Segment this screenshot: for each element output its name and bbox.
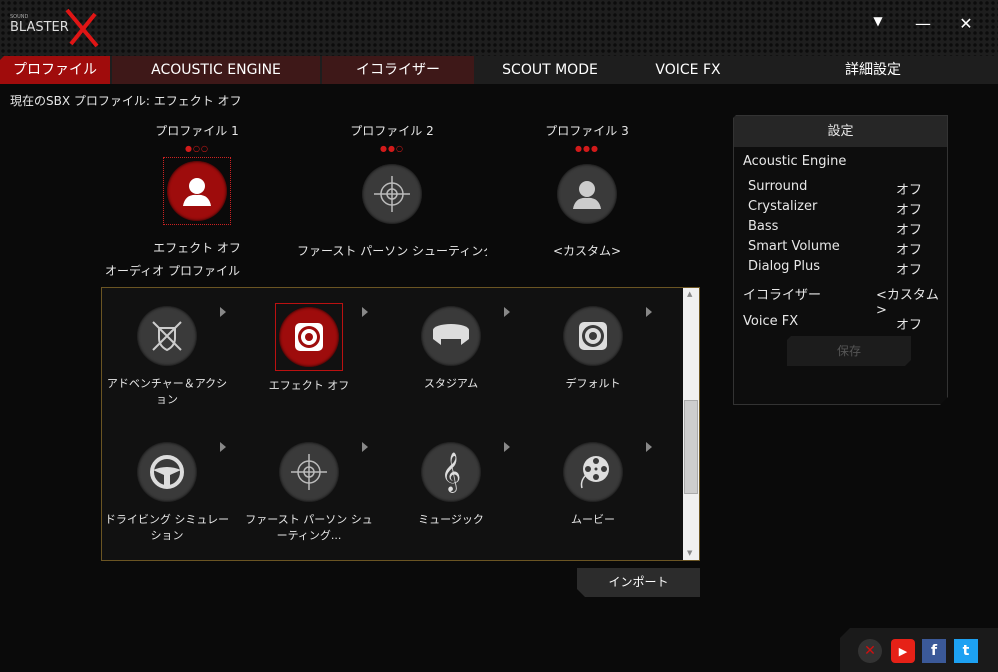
- audio-profile-driving[interactable]: ドライビング シミュレーション: [102, 442, 232, 544]
- treble-clef-icon: 𝄞: [421, 442, 481, 502]
- audio-profile-music[interactable]: 𝄞 ミュージック: [386, 442, 516, 528]
- audio-profile-label: ファースト パーソン シューティング...: [245, 513, 373, 542]
- bass-label: Bass: [748, 219, 779, 234]
- scroll-down-icon[interactable]: ▼: [687, 549, 692, 557]
- profile-slot-3[interactable]: プロファイル 3 ●●● <カスタム>: [492, 122, 682, 259]
- audio-profile-default[interactable]: デフォルト: [528, 306, 658, 392]
- profile-dots: ●○○: [185, 144, 209, 153]
- audio-profile-movie[interactable]: ムービー: [528, 442, 658, 528]
- dropdown-menu-button[interactable]: ▼: [866, 14, 890, 28]
- expand-arrow-icon[interactable]: [504, 442, 510, 452]
- user-icon: [167, 161, 227, 221]
- equalizer-label: イコライザー: [743, 288, 822, 303]
- profile-label: プロファイル 3: [545, 124, 629, 138]
- stadium-icon: [421, 306, 481, 366]
- audio-profile-effect-off[interactable]: エフェクト オフ: [244, 303, 374, 394]
- twitter-icon[interactable]: t: [954, 639, 978, 663]
- audio-profile-label: エフェクト オフ: [268, 379, 350, 392]
- crosshair-icon: [362, 164, 422, 224]
- smart-volume-label: Smart Volume: [748, 239, 840, 254]
- sound-blasterx-logo: SOUND BLASTER: [10, 8, 100, 48]
- audio-profile-label: スタジアム: [423, 377, 479, 390]
- audio-profile-label: ムービー: [571, 513, 615, 526]
- scroll-up-icon[interactable]: ▲: [687, 290, 692, 298]
- audio-profile-stadium[interactable]: スタジアム: [386, 306, 516, 392]
- expand-arrow-icon[interactable]: [646, 307, 652, 317]
- tab-equalizer[interactable]: イコライザー: [322, 56, 474, 84]
- profile-slot-2[interactable]: プロファイル 2 ●●○ ファースト パーソン シューティング（FF: [297, 122, 487, 259]
- logo-text: BLASTER: [10, 20, 69, 35]
- facebook-icon[interactable]: f: [922, 639, 946, 663]
- close-button[interactable]: ✕: [954, 14, 978, 33]
- voice-fx-value: オフ: [896, 318, 923, 333]
- audio-profile-label: デフォルト: [565, 377, 621, 390]
- bass-value: オフ: [896, 223, 923, 238]
- expand-arrow-icon[interactable]: [362, 442, 368, 452]
- acoustic-engine-heading: Acoustic Engine: [743, 154, 847, 169]
- dialog-plus-label: Dialog Plus: [748, 259, 821, 274]
- x-logo-icon: [65, 8, 99, 48]
- crystalizer-value: オフ: [896, 203, 923, 218]
- main-tabs: プロファイル ACOUSTIC ENGINE イコライザー SCOUT MODE…: [0, 56, 998, 84]
- expand-arrow-icon[interactable]: [220, 442, 226, 452]
- audio-profile-label: アドベンチャー＆アクション: [106, 377, 228, 406]
- dialog-plus-value: オフ: [896, 263, 923, 278]
- tab-profile[interactable]: プロファイル: [0, 56, 110, 84]
- profile-name: エフェクト オフ: [153, 241, 241, 255]
- user-icon: [557, 164, 617, 224]
- profile-label: プロファイル 2: [350, 124, 434, 138]
- settings-panel: 設定 Acoustic Engine Surround オフ Crystaliz…: [733, 115, 948, 405]
- current-profile-status: 現在のSBX プロファイル: エフェクト オフ: [10, 94, 242, 108]
- tab-advanced-settings[interactable]: 詳細設定: [800, 56, 946, 84]
- smart-volume-value: オフ: [896, 243, 923, 258]
- film-reel-icon: [563, 442, 623, 502]
- crosshair-icon: [279, 442, 339, 502]
- expand-arrow-icon[interactable]: [362, 307, 368, 317]
- expand-arrow-icon[interactable]: [220, 307, 226, 317]
- audio-profile-adventure[interactable]: アドベンチャー＆アクション: [102, 306, 232, 408]
- vertical-scrollbar[interactable]: ▲ ▼: [683, 288, 699, 560]
- audio-profile-grid: アドベンチャー＆アクション エフェクト オフ スタジアム デフォルト ドライビン…: [101, 287, 700, 561]
- expand-arrow-icon[interactable]: [504, 307, 510, 317]
- shield-swords-icon: [137, 306, 197, 366]
- tab-voice-fx[interactable]: VOICE FX: [620, 56, 756, 84]
- save-button[interactable]: 保存: [787, 336, 911, 366]
- surround-value: オフ: [896, 183, 923, 198]
- voice-fx-label: Voice FX: [743, 314, 799, 329]
- crystalizer-label: Crystalizer: [748, 199, 818, 214]
- profile-label: プロファイル 1: [155, 124, 239, 138]
- youtube-icon[interactable]: ▶: [891, 639, 915, 663]
- profile-name: ファースト パーソン シューティング（FF: [297, 244, 487, 258]
- profile-dots: ●●●: [575, 144, 599, 153]
- expand-arrow-icon[interactable]: [646, 442, 652, 452]
- social-links: ✕ ▶ f t: [840, 628, 998, 672]
- selected-frame: [275, 303, 343, 371]
- profile-slot-1[interactable]: プロファイル 1 ●○○ エフェクト オフ: [102, 122, 292, 256]
- speaker-icon: [279, 307, 339, 367]
- minimize-button[interactable]: —: [911, 14, 935, 33]
- audio-profile-fps[interactable]: ファースト パーソン シューティング...: [244, 442, 374, 544]
- profile-name: <カスタム>: [552, 244, 622, 258]
- tab-acoustic-engine[interactable]: ACOUSTIC ENGINE: [112, 56, 320, 84]
- selected-frame: [163, 157, 231, 225]
- scrollbar-thumb[interactable]: [684, 400, 698, 494]
- title-bar: SOUND BLASTER ▼ — ✕: [0, 0, 998, 56]
- audio-profile-label: ミュージック: [418, 513, 484, 526]
- steering-wheel-icon: [137, 442, 197, 502]
- surround-label: Surround: [748, 179, 808, 194]
- audio-profile-label: ドライビング シミュレーション: [104, 513, 230, 542]
- equalizer-value: <カスタム>: [876, 288, 939, 318]
- import-button[interactable]: インポート: [577, 568, 700, 597]
- settings-title: 設定: [734, 116, 947, 147]
- tab-scout-mode[interactable]: SCOUT MODE: [476, 56, 624, 84]
- audio-profile-heading: オーディオ プロファイル: [105, 264, 240, 278]
- x-close-icon[interactable]: ✕: [858, 639, 882, 663]
- profile-dots: ●●○: [380, 144, 404, 153]
- speaker-icon: [563, 306, 623, 366]
